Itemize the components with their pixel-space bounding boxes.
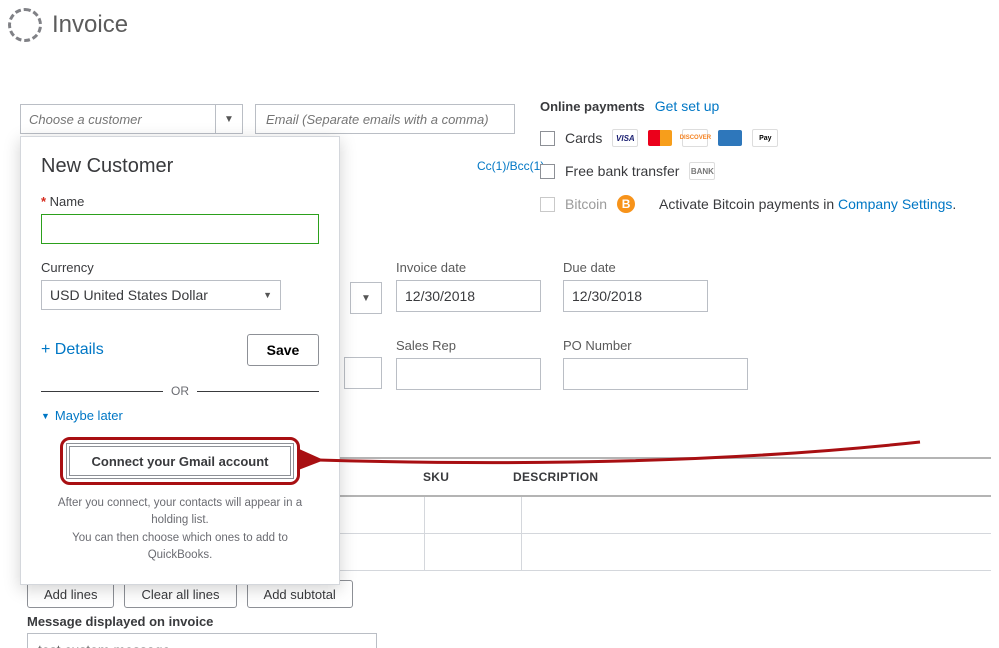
sales-rep-label: Sales Rep bbox=[396, 338, 541, 353]
gmail-help-text-1: After you connect, your contacts will ap… bbox=[41, 495, 319, 530]
customer-dropdown-caret[interactable]: ▼ bbox=[215, 104, 243, 134]
extra-small-input[interactable] bbox=[344, 357, 382, 389]
customer-input[interactable] bbox=[20, 104, 215, 134]
loading-spinner-icon bbox=[8, 8, 42, 42]
gmail-highlight-box: Connect your Gmail account bbox=[60, 437, 300, 485]
amex-icon bbox=[718, 130, 742, 146]
cards-label: Cards bbox=[565, 130, 602, 146]
triangle-down-icon: ▼ bbox=[41, 411, 50, 421]
bitcoin-helptext: Activate Bitcoin payments in Company Set… bbox=[659, 196, 956, 212]
terms-dropdown-caret[interactable]: ▼ bbox=[350, 282, 382, 314]
due-date-label: Due date bbox=[563, 260, 708, 275]
bank-chip-icon: BANK bbox=[689, 162, 715, 180]
new-customer-popover: New Customer Name Currency USD United St… bbox=[20, 136, 340, 585]
bitcoin-label: Bitcoin bbox=[565, 196, 607, 212]
page-title: Invoice bbox=[52, 11, 128, 39]
name-field-label: Name bbox=[41, 194, 319, 209]
invoice-date-input[interactable] bbox=[396, 280, 541, 312]
col-sku-header: SKU bbox=[423, 470, 513, 484]
gmail-help-text-2: You can then choose which ones to add to… bbox=[41, 530, 319, 565]
online-payments-title: Online payments bbox=[540, 99, 645, 114]
customer-combobox[interactable]: ▼ bbox=[20, 104, 243, 134]
sales-rep-input[interactable] bbox=[396, 358, 541, 390]
po-number-label: PO Number bbox=[563, 338, 748, 353]
online-payments-panel: Online payments Get set up Cards VISA DI… bbox=[540, 98, 956, 228]
bank-transfer-checkbox[interactable] bbox=[540, 164, 555, 179]
customer-name-input[interactable] bbox=[41, 214, 319, 244]
cc-bcc-link[interactable]: Cc(1)/Bcc(1) bbox=[477, 159, 544, 173]
connect-gmail-button[interactable]: Connect your Gmail account bbox=[69, 446, 291, 476]
cards-checkbox[interactable] bbox=[540, 131, 555, 146]
po-number-input[interactable] bbox=[563, 358, 748, 390]
bitcoin-checkbox bbox=[540, 197, 555, 212]
popover-title: New Customer bbox=[41, 155, 319, 178]
details-link[interactable]: + Details bbox=[41, 341, 104, 359]
mastercard-icon bbox=[648, 130, 672, 146]
maybe-later-link[interactable]: ▼ Maybe later bbox=[41, 408, 319, 423]
invoice-date-label: Invoice date bbox=[396, 260, 541, 275]
company-settings-link[interactable]: Company Settings bbox=[838, 196, 952, 212]
discover-icon: DISCOVER bbox=[682, 129, 708, 147]
get-set-up-link[interactable]: Get set up bbox=[655, 98, 720, 114]
or-divider: OR bbox=[171, 384, 189, 398]
email-input[interactable] bbox=[255, 104, 515, 134]
invoice-message-label: Message displayed on invoice bbox=[27, 614, 213, 629]
apple-pay-icon: Pay bbox=[752, 129, 778, 147]
bank-transfer-label: Free bank transfer bbox=[565, 163, 679, 179]
invoice-message-textarea[interactable] bbox=[27, 633, 377, 648]
currency-label: Currency bbox=[41, 260, 319, 275]
due-date-input[interactable] bbox=[563, 280, 708, 312]
save-button[interactable]: Save bbox=[247, 334, 319, 366]
visa-icon: VISA bbox=[612, 129, 638, 147]
currency-select[interactable]: USD United States Dollar bbox=[41, 280, 281, 310]
bitcoin-icon: B bbox=[617, 195, 635, 213]
col-description-header: DESCRIPTION bbox=[513, 470, 991, 484]
